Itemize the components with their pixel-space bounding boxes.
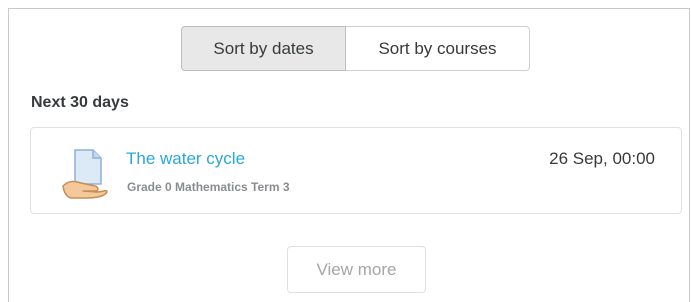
event-course-name: Grade 0 Mathematics Term 3 [127, 180, 290, 194]
section-heading: Next 30 days [31, 94, 129, 111]
event-title-link[interactable]: The water cycle [126, 149, 245, 169]
event-date: 26 Sep, 00:00 [549, 149, 655, 168]
sort-toggle-group: Sort by dates Sort by courses [181, 26, 530, 71]
sort-by-dates-button[interactable]: Sort by dates [181, 26, 346, 71]
view-more-button[interactable]: View more [287, 246, 426, 293]
timeline-panel: Sort by dates Sort by courses Next 30 da… [8, 8, 690, 302]
sort-by-courses-button[interactable]: Sort by courses [346, 26, 530, 71]
event-item: The water cycle Grade 0 Mathematics Term… [30, 127, 682, 214]
assignment-icon [62, 149, 108, 199]
